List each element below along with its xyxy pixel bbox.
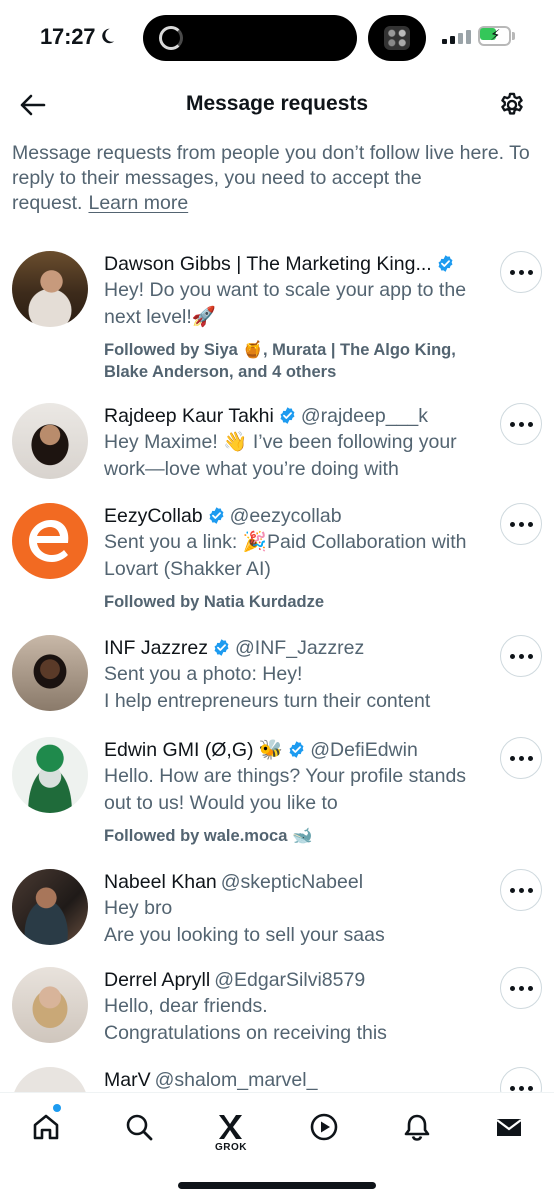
grok-icon: [219, 1115, 242, 1139]
sender-handle: @EdgarSilvi8579: [214, 969, 366, 991]
status-time: 17:27: [40, 24, 96, 49]
sender-name: Derrel Apryll: [104, 969, 211, 991]
gear-icon: [501, 92, 523, 115]
message-preview: Hello, dear friends. Congratulations on …: [104, 995, 387, 1044]
verified-badge-icon: [209, 507, 224, 524]
avatar[interactable]: [12, 869, 88, 945]
sender-name: Nabeel Khan: [104, 871, 217, 893]
home-indicator: [178, 1182, 376, 1189]
tab-grok[interactable]: GROK: [209, 1107, 253, 1153]
sender-handle: @rajdeep___k: [300, 405, 428, 427]
moon-icon: [102, 28, 115, 44]
request-item[interactable]: Derrel Apryll @EdgarSilvi8579 Hello, dear…: [0, 964, 554, 1060]
search-icon: [126, 1114, 153, 1141]
more-options-button[interactable]: [500, 737, 542, 779]
sender-handle: @skepticNabeel: [220, 871, 364, 893]
more-options-button[interactable]: [500, 251, 542, 293]
tab-notifications[interactable]: [395, 1107, 439, 1147]
request-item[interactable]: EezyCollab @eezycollab Sent you a link: 🎉…: [0, 500, 554, 620]
avatar[interactable]: [12, 635, 88, 711]
more-options-button[interactable]: [500, 869, 542, 911]
sender-name: Edwin GMI (Ø,G) 🐝: [104, 739, 284, 761]
followed-by: Followed by Siya 🍯, Murata | The Algo Ki…: [104, 341, 456, 381]
message-preview: Hello. How are things? Your profile stan…: [104, 765, 467, 814]
settings-button[interactable]: [494, 87, 530, 123]
header: Message requests: [0, 76, 554, 134]
avatar[interactable]: [12, 737, 88, 813]
message-preview: Hey bro Are you looking to sell your saa…: [104, 897, 385, 946]
verified-badge-icon: [214, 639, 229, 656]
message-preview: Hey Maxime! 👋 I’ve been following your w…: [104, 431, 457, 480]
tab-home[interactable]: [24, 1107, 68, 1147]
dynamic-island-app: [368, 15, 426, 61]
eezycollab-logo-icon: [29, 520, 69, 562]
request-item[interactable]: Edwin GMI (Ø,G) 🐝 @DefiEdwin Hello. How a…: [0, 734, 554, 854]
notification-dot: [53, 1104, 61, 1112]
tab-messages[interactable]: [487, 1107, 531, 1147]
intro-text: Message requests from people you don’t f…: [12, 141, 542, 216]
request-item[interactable]: MarV @shalom_marvel_: [0, 1064, 554, 1092]
signal-icon: [442, 28, 472, 44]
home-icon: [33, 1114, 59, 1140]
more-options-button[interactable]: [500, 1067, 542, 1092]
followed-by: Followed by wale.moca 🐋: [104, 827, 313, 845]
more-options-button[interactable]: [500, 403, 542, 445]
verified-badge-icon: [280, 407, 295, 424]
request-item[interactable]: Rajdeep Kaur Takhi @rajdeep___k Hey Maxim…: [0, 400, 554, 496]
tab-search[interactable]: [117, 1107, 161, 1147]
activity-ring-icon: [159, 26, 183, 50]
message-preview: Sent you a photo: Hey! I help entreprene…: [104, 663, 431, 712]
tab-video[interactable]: [302, 1107, 346, 1147]
request-item[interactable]: Nabeel Khan @skepticNabeel Hey bro Are yo…: [0, 866, 554, 962]
messages-icon: [496, 1119, 522, 1136]
message-preview: Sent you a link: 🎉Paid Collaboration wit…: [104, 531, 467, 580]
dynamic-island: [143, 15, 357, 61]
video-icon: [310, 1113, 338, 1141]
sender-name: INF Jazzrez: [104, 637, 209, 659]
avatar[interactable]: [12, 503, 88, 579]
avatar[interactable]: [12, 967, 88, 1043]
sender-name: Dawson Gibbs | The Marketing King...: [104, 253, 432, 275]
avatar[interactable]: [12, 251, 88, 327]
charging-bolt-icon: ⚡: [490, 27, 501, 44]
followed-by: Followed by Natia Kurdadze: [104, 593, 325, 611]
learn-more-link[interactable]: Learn more: [88, 192, 188, 214]
verified-badge-icon: [438, 255, 453, 272]
status-bar: 17:27 ⚡: [0, 0, 554, 76]
sender-handle: @shalom_marvel_: [154, 1069, 318, 1091]
sender-handle: @INF_Jazzrez: [235, 637, 365, 659]
sender-name: MarV: [104, 1069, 151, 1091]
request-item[interactable]: Dawson Gibbs | The Marketing King... Hey…: [0, 248, 554, 388]
more-options-button[interactable]: [500, 967, 542, 1009]
sender-name: Rajdeep Kaur Takhi: [104, 405, 274, 427]
request-item[interactable]: INF Jazzrez @INF_Jazzrez Sent you a photo…: [0, 632, 554, 728]
sender-handle: @eezycollab: [229, 505, 342, 527]
more-options-button[interactable]: [500, 635, 542, 677]
message-preview: Hey! Do you want to scale your app to th…: [104, 279, 467, 328]
page-title: Message requests: [185, 92, 369, 115]
sender-handle: @DefiEdwin: [310, 739, 418, 761]
sender-name: EezyCollab: [104, 505, 203, 527]
grok-label: GROK: [215, 1142, 247, 1153]
avatar[interactable]: [12, 1067, 88, 1092]
more-options-button[interactable]: [500, 503, 542, 545]
battery-icon: ⚡: [478, 26, 516, 46]
notifications-icon: [404, 1114, 430, 1141]
verified-badge-icon: [289, 741, 304, 758]
app-thumbnail-icon: [384, 26, 410, 50]
avatar[interactable]: [12, 403, 88, 479]
